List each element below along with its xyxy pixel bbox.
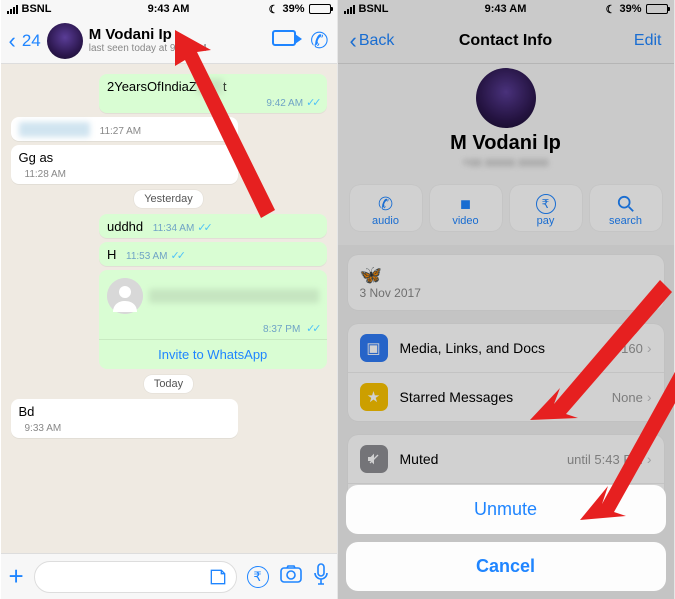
message-text: H bbox=[107, 247, 116, 262]
message-text: uddhd bbox=[107, 219, 143, 234]
message-out[interactable]: H 11:53 AM✓✓ bbox=[99, 242, 327, 266]
message-input[interactable] bbox=[34, 561, 237, 593]
date-separator: Today bbox=[144, 375, 193, 393]
message-text: Gg as bbox=[19, 150, 54, 165]
battery-pct: 39% bbox=[282, 3, 304, 15]
attach-button[interactable]: + bbox=[9, 561, 24, 592]
carrier-label: BSNL bbox=[22, 3, 52, 15]
status-bar: BSNL 9:43 AM ☾ 39% bbox=[1, 0, 337, 18]
message-time: 9:33 AM bbox=[25, 423, 62, 434]
message-time: 8:37 PM bbox=[263, 324, 300, 335]
message-time: 11:53 AM bbox=[126, 251, 168, 262]
signal-icon bbox=[7, 4, 18, 14]
dnd-icon: ☾ bbox=[269, 3, 279, 16]
cancel-button[interactable]: Cancel bbox=[346, 542, 666, 591]
invite-to-whatsapp-button[interactable]: Invite to WhatsApp bbox=[99, 339, 327, 369]
message-in[interactable]: Bd 9:33 AM bbox=[11, 399, 239, 438]
annotation-arrow bbox=[580, 360, 675, 540]
unread-count[interactable]: 24 bbox=[22, 31, 41, 51]
redacted-text bbox=[149, 289, 319, 303]
clock: 9:43 AM bbox=[148, 3, 190, 15]
sticker-button[interactable] bbox=[208, 567, 228, 592]
payment-button[interactable]: ₹ bbox=[247, 566, 269, 588]
read-ticks-icon: ✓✓ bbox=[306, 97, 318, 109]
contact-card-avatar bbox=[107, 278, 143, 314]
read-ticks-icon: ✓✓ bbox=[306, 323, 318, 335]
back-button[interactable]: ‹ bbox=[9, 28, 16, 54]
battery-icon bbox=[309, 4, 331, 14]
camera-button[interactable] bbox=[279, 564, 303, 590]
voice-call-button[interactable]: ✆ bbox=[310, 30, 328, 52]
chat-input-bar: + ₹ bbox=[1, 553, 337, 599]
redacted-text: xxxxxxxxxxx bbox=[19, 122, 91, 137]
contact-card-message[interactable]: 8:37 PM ✓✓ Invite to WhatsApp bbox=[99, 270, 327, 369]
read-ticks-icon: ✓✓ bbox=[171, 250, 183, 262]
contact-avatar[interactable] bbox=[47, 23, 83, 59]
message-time: 11:27 AM bbox=[100, 126, 142, 137]
annotation-arrow bbox=[175, 30, 305, 230]
mic-button[interactable] bbox=[313, 563, 329, 591]
message-time: 11:28 AM bbox=[25, 169, 67, 180]
message-text: Bd bbox=[19, 404, 35, 419]
